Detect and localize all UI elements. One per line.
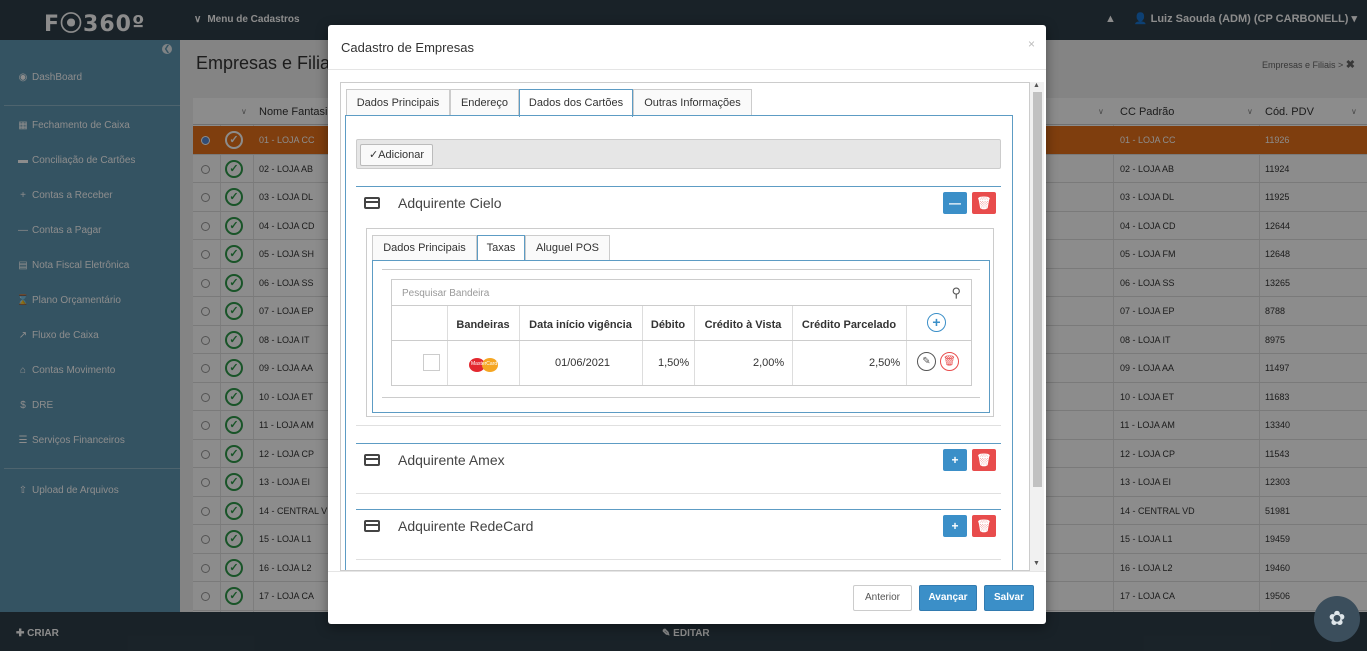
trash-icon: 🗑 [976,196,992,210]
section-title: Adquirente Cielo [398,195,502,211]
toolbar: ✓Adicionar [356,139,1001,169]
modal-scrollbar[interactable]: ▲ ▼ [1030,82,1044,571]
trash-icon: 🗑 [976,453,992,467]
cell-credito-parcelado: 2,50% [869,357,901,369]
tab-aluguel-pos[interactable]: Aluguel POS [525,235,610,260]
anterior-button[interactable]: Anterior [853,585,912,611]
section-title: Adquirente RedeCard [398,518,534,534]
search-placeholder: Pesquisar Bandeira [402,288,490,299]
delete-section-button[interactable]: 🗑 [972,449,996,471]
expand-button[interactable]: + [943,515,967,537]
modal-body: Dados Principais Endereço Dados dos Cart… [340,82,1030,571]
taxas-panel: Pesquisar Bandeira ⚲ Bandeiras Data iníc… [372,260,990,413]
avancar-button[interactable]: Avançar [919,585,977,611]
cadastro-empresas-modal: Cadastro de Empresas × Dados Principais … [328,25,1046,624]
salvar-button[interactable]: Salvar [984,585,1034,611]
section-redecard: Adquirente RedeCard + 🗑 [356,509,1001,560]
scroll-up-icon[interactable]: ▲ [1033,82,1040,89]
header-credito-parcelado: Crédito Parcelado [801,319,897,331]
header-data-vigencia: Data início vigência [529,319,632,331]
delete-section-button[interactable]: 🗑 [972,192,996,214]
close-icon[interactable]: × [1028,37,1035,51]
scroll-thumb[interactable] [1033,92,1042,487]
delete-section-button[interactable]: 🗑 [972,515,996,537]
plus-icon: + [951,519,959,533]
taxas-grid: Bandeiras Data início vigência Débito Cr… [391,305,972,386]
credit-card-icon [364,454,380,466]
tab-endereco[interactable]: Endereço [450,89,519,116]
credit-card-icon [364,520,380,532]
scroll-down-icon[interactable]: ▼ [1033,560,1040,567]
expand-button[interactable]: + [943,449,967,471]
row-checkbox[interactable] [423,354,440,371]
tab-dados-principais[interactable]: Dados Principais [372,235,477,260]
search-bandeira-input[interactable]: Pesquisar Bandeira ⚲ [391,279,972,306]
search-icon[interactable]: ⚲ [951,285,961,301]
trash-icon[interactable]: 🗑 [940,352,959,371]
add-taxa-icon[interactable]: + [927,313,946,332]
modal-title: Cadastro de Empresas [341,40,474,55]
header-debito: Débito [650,319,686,331]
tab-taxas[interactable]: Taxas [477,235,525,261]
tab-outras-informacoes[interactable]: Outras Informações [633,89,752,116]
header-bandeiras: Bandeiras [456,319,510,331]
adicionar-button[interactable]: ✓Adicionar [360,144,433,166]
plus-icon: + [951,453,959,467]
loading-spinner-icon: ✿ [1314,596,1360,642]
dados-cartoes-panel: ✓Adicionar Adquirente Cielo — 🗑 Dados Pr… [345,115,1013,570]
minus-icon: — [949,196,961,210]
section-amex: Adquirente Amex + 🗑 [356,443,1001,494]
collapse-button[interactable]: — [943,192,967,214]
section-title: Adquirente Amex [398,452,505,468]
trash-icon: 🗑 [976,519,992,533]
cell-data-vigencia: 01/06/2021 [555,357,611,369]
tab-dados-cartoes[interactable]: Dados dos Cartões [519,89,633,117]
tab-dados-principais[interactable]: Dados Principais [346,89,450,116]
mastercard-logo-icon: MasterCard [469,358,499,372]
cell-credito-vista: 2,00% [753,357,785,369]
header-credito-vista: Crédito à Vista [704,319,782,331]
cielo-tabs-box: Dados Principais Taxas Aluguel POS Pesqu… [366,228,994,417]
credit-card-icon [364,197,380,209]
section-cielo: Adquirente Cielo — 🗑 Dados Principais Ta… [356,186,1001,426]
cell-debito: 1,50% [658,357,690,369]
pencil-icon[interactable]: ✎ [917,352,936,371]
